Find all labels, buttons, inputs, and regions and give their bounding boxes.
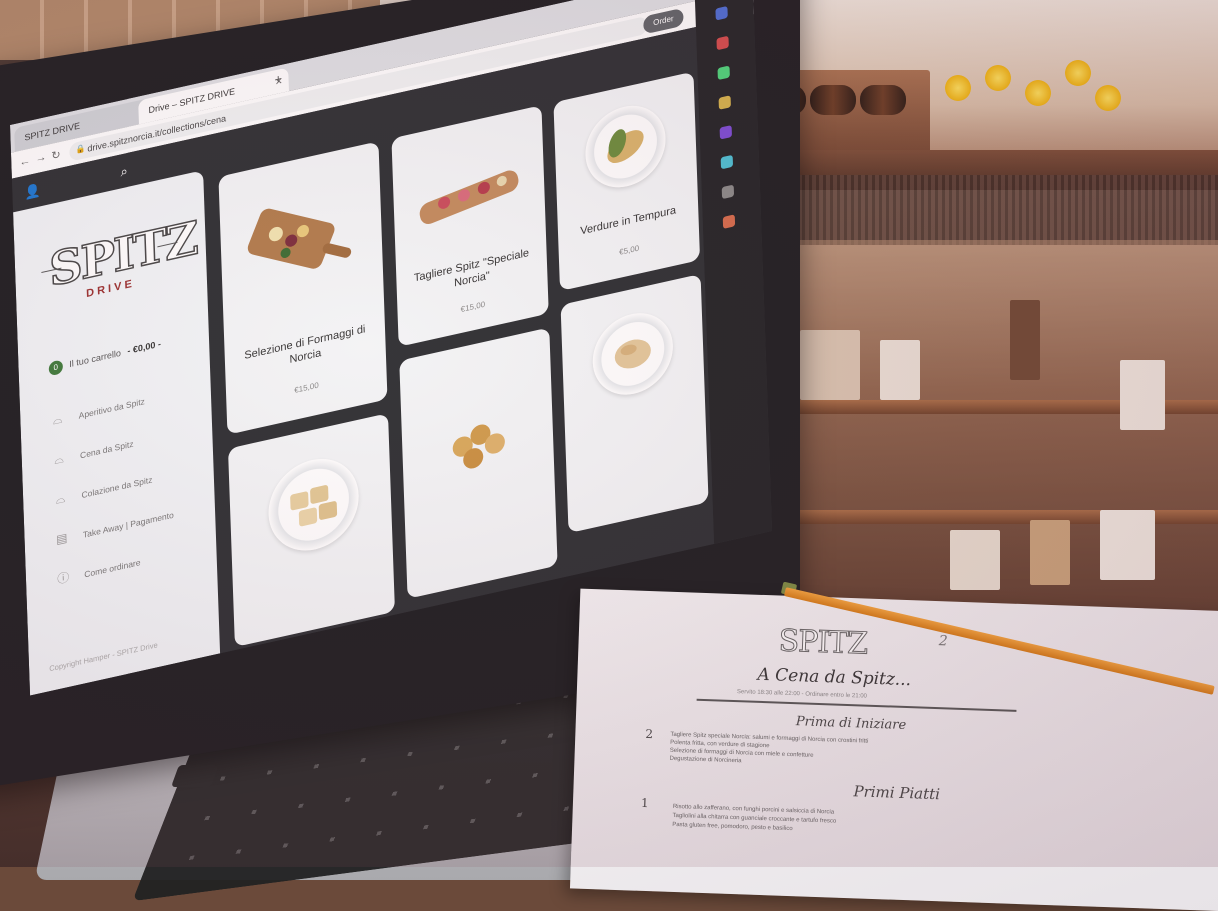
new-tab-button[interactable]: + [274, 71, 282, 88]
sidebar-item-label: Cena da Spitz [79, 438, 134, 461]
menu-line: Pasta gluten free, pomodoro, pesto e bas… [672, 821, 793, 833]
cloche-icon: ⌓ [52, 411, 63, 428]
sidebar-item-cena[interactable]: ⌓ Cena da Spitz [48, 431, 134, 474]
extension-icon[interactable] [722, 214, 736, 229]
info-icon: ⓘ [56, 569, 70, 587]
product-card[interactable] [399, 327, 558, 599]
menu-logo: SPITZ [778, 623, 869, 662]
sidebar-item-colazione[interactable]: ⌓ Colazione da Spitz [49, 467, 153, 514]
product-card[interactable]: Tagliere Spitz "Speciale Norcia" €15,00 [391, 105, 549, 347]
product-jar [1010, 300, 1040, 380]
sidebar-item-label: Aperitivo da Spitz [78, 396, 146, 421]
wine-bottle [810, 85, 856, 115]
menu-section-heading: Primi Piatti [853, 782, 941, 804]
extension-icon[interactable] [715, 5, 728, 21]
menu-subtitle: Servito 18:30 alle 22:00 - Ordinare entr… [736, 689, 868, 700]
sidebar-item-label: Come ordinare [84, 557, 141, 580]
tagliere-image [419, 170, 519, 224]
menu-handwritten-note: 2 [938, 633, 949, 650]
product-card[interactable]: Selezione di Formaggi di Norcia €15,00 [218, 141, 388, 435]
copyright: Copyright Hamper - SPITZ Drive [49, 640, 158, 674]
product-box [880, 340, 920, 400]
cheese-board-image [247, 208, 352, 269]
product-price [407, 536, 557, 569]
product-name: Selezione di Formaggi di Norcia [244, 323, 366, 366]
product-card[interactable] [560, 273, 709, 534]
product-box [950, 530, 1000, 590]
product-box [1030, 520, 1070, 585]
sidebar-item-aperitivo[interactable]: ⌓ Aperitivo da Spitz [46, 388, 145, 434]
pasta-image [614, 339, 651, 369]
cart-count-badge: 0 [48, 359, 64, 377]
cart-label: Il tuo carrello [69, 347, 122, 370]
touchpad-key [170, 765, 220, 787]
back-icon[interactable]: ← [19, 155, 30, 169]
product-card[interactable]: Verdure in Tempura €5,00 [553, 71, 701, 292]
sidebar-item-takeaway[interactable]: ▤ Take Away | Pagamento [50, 502, 174, 553]
receipt-icon: ▤ [55, 530, 68, 547]
product-box [800, 330, 860, 400]
fritti-image [452, 424, 505, 469]
ravioli-image [290, 485, 338, 527]
cart-summary[interactable]: 0 Il tuo carrello - €0,00 - [48, 338, 162, 377]
extension-icon[interactable] [717, 65, 730, 81]
menu-divider [696, 698, 1017, 712]
cart-total: - €0,00 - [127, 338, 162, 357]
user-icon[interactable]: 👤 [24, 182, 41, 201]
menu-section-heading: Prima di Iniziare [795, 714, 907, 734]
extension-icon[interactable] [721, 184, 735, 200]
wine-bottle [860, 85, 906, 115]
display-case-grille [760, 175, 1218, 245]
menu-section-number: 1 [640, 795, 649, 811]
product-name [576, 445, 696, 472]
product-box [1120, 360, 1165, 430]
flowers [945, 55, 1125, 130]
menu-line: Degustazione di Norcineria [669, 755, 742, 765]
menu-section-number: 2 [645, 726, 654, 742]
forward-icon[interactable]: → [35, 151, 46, 165]
extension-icon[interactable] [719, 125, 733, 140]
product-box [1100, 510, 1155, 580]
brand-logo[interactable]: SPITZ DRIVE [41, 210, 198, 334]
reload-icon[interactable]: ↻ [51, 148, 61, 163]
tempura-image [607, 129, 644, 163]
search-icon[interactable]: ⌕ [120, 163, 128, 180]
extension-icon[interactable] [718, 95, 731, 110]
sidebar: SPITZ DRIVE 0 Il tuo carrello - €0,00 - … [13, 170, 221, 696]
printed-menu: SPITZ 2 A Cena da Spitz... Servito 18:30… [569, 588, 1218, 911]
cloche-icon: ⌓ [54, 451, 65, 468]
extension-icon[interactable] [716, 35, 729, 51]
product-card[interactable] [227, 413, 395, 648]
cloche-icon: ⌓ [55, 490, 66, 507]
product-price [568, 472, 708, 503]
extension-icon[interactable] [720, 154, 734, 170]
sidebar-item-label: Take Away | Pagamento [82, 509, 174, 540]
sidebar-item-come-ordinare[interactable]: ⓘ Come ordinare [52, 549, 141, 592]
sidebar-item-label: Colazione da Spitz [81, 474, 153, 501]
menu-title: A Cena da Spitz... [757, 664, 912, 691]
